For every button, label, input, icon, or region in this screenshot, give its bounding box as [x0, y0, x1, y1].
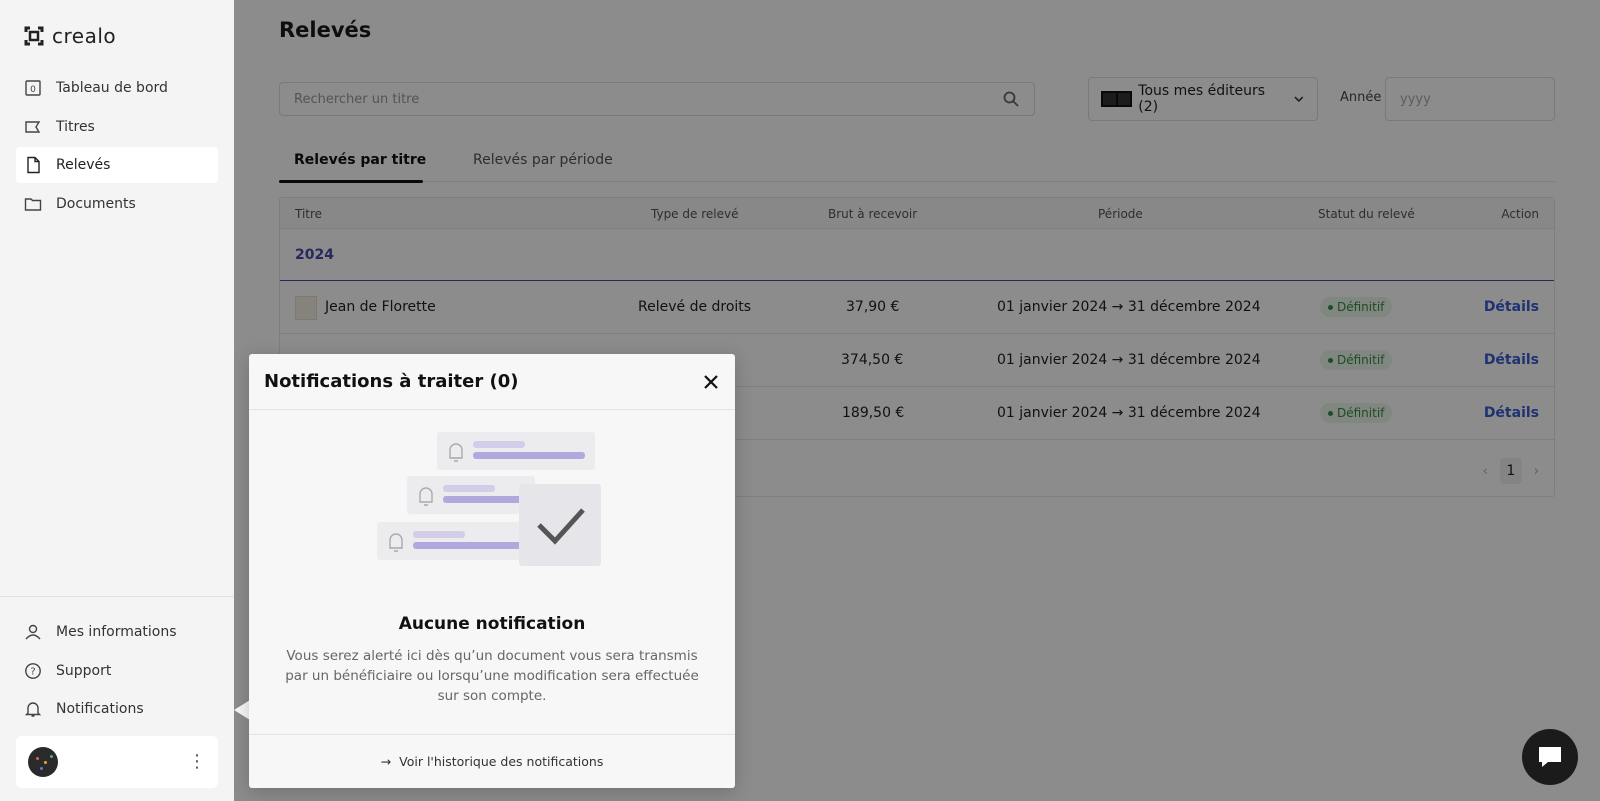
sidebar-item-label: Support — [56, 662, 112, 679]
sidebar-item-label: Notifications — [56, 701, 144, 717]
chat-button[interactable] — [1522, 729, 1578, 785]
sidebar-item-label: Documents — [56, 195, 136, 212]
sidebar-item-titres[interactable]: Titres — [16, 109, 218, 145]
empty-notifications-illustration — [377, 432, 601, 566]
sidebar-item-dashboard[interactable]: 0 Tableau de bord — [16, 70, 218, 106]
svg-text:?: ? — [30, 666, 35, 677]
logo[interactable]: crealo — [24, 24, 116, 48]
empty-state-text: Vous serez alerté ici dès qu’un document… — [285, 648, 699, 704]
user-icon — [24, 623, 42, 641]
sidebar-item-label: Mes informations — [56, 624, 177, 640]
popover-arrow — [234, 700, 250, 720]
chat-icon — [1539, 747, 1561, 767]
empty-state-title: Aucune notification — [398, 614, 586, 634]
book-icon — [24, 118, 42, 136]
sidebar-item-notifications[interactable]: Notifications — [16, 691, 218, 727]
main-nav: 0 Tableau de bord Titres Relevés Documen… — [16, 70, 218, 224]
document-icon — [24, 156, 42, 174]
sidebar-item-label: Titres — [56, 118, 95, 135]
close-icon[interactable] — [702, 373, 720, 391]
user-card[interactable]: ⋮ — [16, 736, 218, 788]
popover-title: Notifications à traiter (0) — [264, 371, 519, 392]
logo-text: crealo — [52, 24, 117, 48]
dashboard-icon: 0 — [24, 79, 42, 97]
sidebar-item-mes-informations[interactable]: Mes informations — [16, 614, 218, 650]
sidebar-item-support[interactable]: ? Support — [16, 653, 218, 689]
sidebar-divider — [0, 596, 234, 597]
avatar[interactable] — [28, 747, 58, 777]
logo-mark-icon — [24, 26, 44, 46]
arrow-right-icon: → — [380, 754, 392, 769]
sidebar-item-documents[interactable]: Documents — [16, 186, 218, 222]
sidebar-item-releves[interactable]: Relevés — [16, 147, 218, 183]
history-link[interactable]: → Voir l'historique des notifications — [249, 734, 735, 788]
notifications-popover: Notifications à traiter (0) Aucune notif… — [249, 354, 735, 788]
more-options-icon[interactable]: ⋮ — [188, 753, 206, 771]
history-link-label: Voir l'historique des notifications — [399, 754, 604, 769]
secondary-nav: Mes informations ? Support Notifications — [16, 614, 218, 730]
folder-icon — [24, 195, 42, 213]
svg-text:0: 0 — [30, 85, 36, 95]
sidebar: crealo 0 Tableau de bord Titres Relevés … — [0, 0, 234, 801]
help-icon: ? — [24, 662, 42, 680]
sidebar-item-label: Tableau de bord — [56, 80, 168, 96]
bell-icon — [24, 700, 42, 718]
sidebar-item-label: Relevés — [56, 157, 111, 173]
popover-header: Notifications à traiter (0) — [249, 354, 735, 410]
